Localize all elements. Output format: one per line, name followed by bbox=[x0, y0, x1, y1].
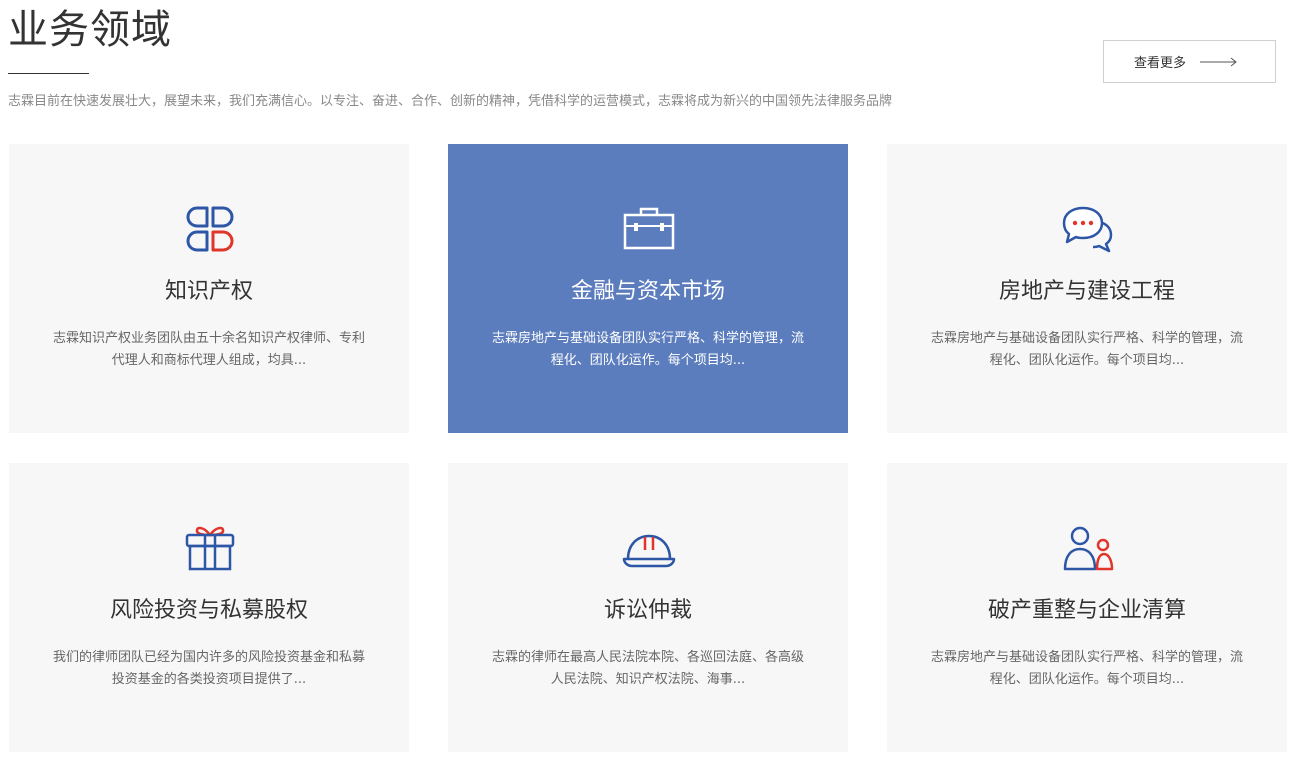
card-title: 房地产与建设工程 bbox=[998, 279, 1175, 304]
chat-bubbles-icon bbox=[1062, 206, 1113, 253]
business-grid: 知识产权 志霖知识产权业务团队由五十余名知识产权律师、专利代理人和商标代理人组成… bbox=[9, 144, 1287, 752]
page-subtitle: 志霖目前在快速发展壮大，展望未来，我们充满信心。以专注、奋进、合作、创新的精神，… bbox=[8, 94, 893, 109]
card-title: 风险投资与私募股权 bbox=[109, 598, 308, 623]
card-description: 志霖的律师在最高人民法院本院、各巡回法庭、各高级人民法院、知识产权法院、海事..… bbox=[491, 650, 804, 687]
card-finance-capital-markets[interactable]: 金融与资本市场 志霖房地产与基础设备团队实行严格、科学的管理，流程化、团队化运作… bbox=[448, 144, 848, 433]
clover-icon bbox=[186, 206, 234, 252]
users-icon bbox=[1063, 526, 1114, 571]
card-description: 志霖知识产权业务团队由五十余名知识产权律师、专利代理人和商标代理人组成，均具..… bbox=[52, 331, 365, 368]
view-more-button[interactable]: 查看更多 bbox=[1103, 40, 1276, 83]
page-title: 业务领域 bbox=[8, 7, 172, 53]
card-real-estate-construction[interactable]: 房地产与建设工程 志霖房地产与基础设备团队实行严格、科学的管理，流程化、团队化运… bbox=[887, 144, 1287, 433]
gift-icon bbox=[185, 526, 235, 571]
card-description: 我们的律师团队已经为国内许多的风险投资基金和私募投资基金的各类投资项目提供了..… bbox=[52, 650, 365, 687]
card-description: 志霖房地产与基础设备团队实行严格、科学的管理，流程化、团队化运作。每个项目均..… bbox=[930, 331, 1243, 368]
card-title: 诉讼仲裁 bbox=[603, 598, 692, 623]
card-intellectual-property[interactable]: 知识产权 志霖知识产权业务团队由五十余名知识产权律师、专利代理人和商标代理人组成… bbox=[9, 144, 409, 433]
card-litigation-arbitration[interactable]: 诉讼仲裁 志霖的律师在最高人民法院本院、各巡回法庭、各高级人民法院、知识产权法院… bbox=[448, 463, 848, 752]
briefcase-icon bbox=[623, 207, 675, 250]
card-bankruptcy-liquidation[interactable]: 破产重整与企业清算 志霖房地产与基础设备团队实行严格、科学的管理，流程化、团队化… bbox=[887, 463, 1287, 752]
card-venture-private-equity[interactable]: 风险投资与私募股权 我们的律师团队已经为国内许多的风险投资基金和私募投资基金的各… bbox=[9, 463, 409, 752]
view-more-label: 查看更多 bbox=[1134, 56, 1187, 71]
card-title: 破产重整与企业清算 bbox=[987, 598, 1186, 623]
card-title: 金融与资本市场 bbox=[570, 279, 725, 304]
card-title: 知识产权 bbox=[164, 279, 253, 304]
title-underline bbox=[8, 73, 89, 74]
arrow-right-icon bbox=[1200, 57, 1237, 66]
card-description: 志霖房地产与基础设备团队实行严格、科学的管理，流程化、团队化运作。每个项目均..… bbox=[930, 650, 1243, 687]
helmet-icon bbox=[622, 534, 676, 568]
card-description: 志霖房地产与基础设备团队实行严格、科学的管理，流程化、团队化运作。每个项目均..… bbox=[491, 331, 804, 368]
business-areas-page: 业务领域 志霖目前在快速发展壮大，展望未来，我们充满信心。以专注、奋进、合作、创… bbox=[0, 0, 1292, 761]
